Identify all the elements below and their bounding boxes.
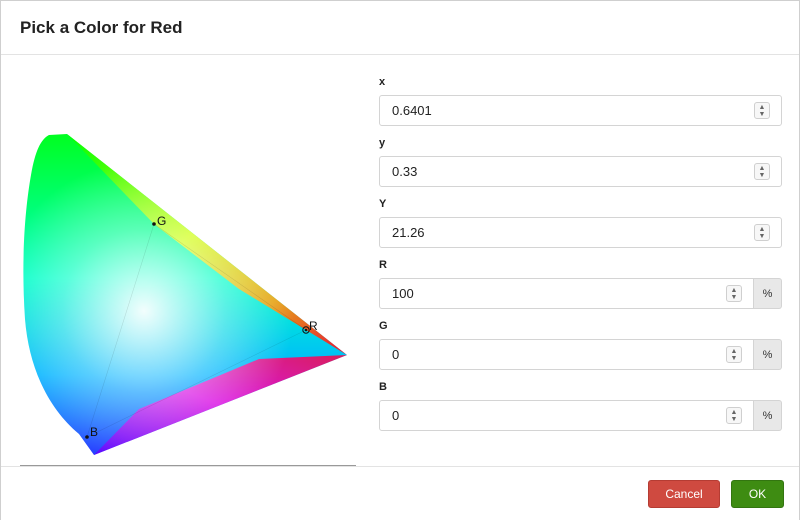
red-spinner[interactable]: ▲ ▼ [726,285,742,302]
field-label-red: R [379,259,387,271]
spinner-down-icon[interactable]: ▼ [731,416,738,423]
spinner-up-icon[interactable]: ▲ [759,165,766,172]
spinner-down-icon[interactable]: ▼ [731,355,738,362]
primary-label-b: B [90,425,98,439]
y-input-box[interactable]: ▲ ▼ [379,156,782,187]
color-fields: x ▲ ▼ y ▲ ▼ [379,72,782,442]
spinner-up-icon[interactable]: ▲ [731,348,738,355]
cancel-button[interactable]: Cancel [648,480,720,508]
field-row-red: ▲ ▼ % [379,278,782,309]
dialog-header: Pick a Color for Red [1,1,799,55]
field-row-blue: ▲ ▼ % [379,400,782,431]
red-input[interactable] [380,285,693,302]
white-point-glow [23,134,347,455]
x-input[interactable] [380,102,715,119]
primary-label-r: R [309,319,318,333]
spinner-down-icon[interactable]: ▼ [731,294,738,301]
dialog-footer: Cancel OK [1,466,799,520]
luminance-spinner[interactable]: ▲ ▼ [754,224,770,241]
green-unit: % [754,339,782,370]
ok-button[interactable]: OK [731,480,784,508]
red-input-box[interactable]: ▲ ▼ [379,278,754,309]
y-spinner[interactable]: ▲ ▼ [754,163,770,180]
spinner-up-icon[interactable]: ▲ [731,287,738,294]
field-label-y: y [379,137,386,149]
y-input[interactable] [380,163,715,180]
dialog-body: R G B x ▲ ▼ [1,55,799,499]
green-spinner[interactable]: ▲ ▼ [726,346,742,363]
blue-input-box[interactable]: ▲ ▼ [379,400,754,431]
spinner-down-icon[interactable]: ▼ [759,172,766,179]
field-label-luminance: Y [379,198,387,210]
spinner-up-icon[interactable]: ▲ [731,409,738,416]
blue-unit: % [754,400,782,431]
field-row-y: ▲ ▼ [379,156,782,187]
spinner-down-icon[interactable]: ▼ [759,233,766,240]
field-row-green: ▲ ▼ % [379,339,782,370]
field-row-luminance: ▲ ▼ [379,217,782,248]
color-picker-dialog: Pick a Color for Red R G B x 0.6401 ▲ ▼ … [0,0,800,520]
luminance-input[interactable] [380,224,715,241]
field-label-green: G [379,320,388,332]
field-row-x: ▲ ▼ [379,95,782,126]
red-unit: % [754,278,782,309]
spinner-up-icon[interactable]: ▲ [759,104,766,111]
green-input[interactable] [380,346,693,363]
field-label-blue: B [379,381,387,393]
dialog-title: Pick a Color for Red [20,17,183,37]
x-input-box[interactable]: ▲ ▼ [379,95,782,126]
chromaticity-diagram[interactable]: R G B [19,79,351,461]
field-label-x: x [379,76,386,88]
blue-input[interactable] [380,407,693,424]
spinner-up-icon[interactable]: ▲ [759,226,766,233]
primary-label-g: G [157,214,166,228]
x-spinner[interactable]: ▲ ▼ [754,102,770,119]
luminance-input-box[interactable]: ▲ ▼ [379,217,782,248]
green-input-box[interactable]: ▲ ▼ [379,339,754,370]
spinner-down-icon[interactable]: ▼ [759,111,766,118]
blue-spinner[interactable]: ▲ ▼ [726,407,742,424]
